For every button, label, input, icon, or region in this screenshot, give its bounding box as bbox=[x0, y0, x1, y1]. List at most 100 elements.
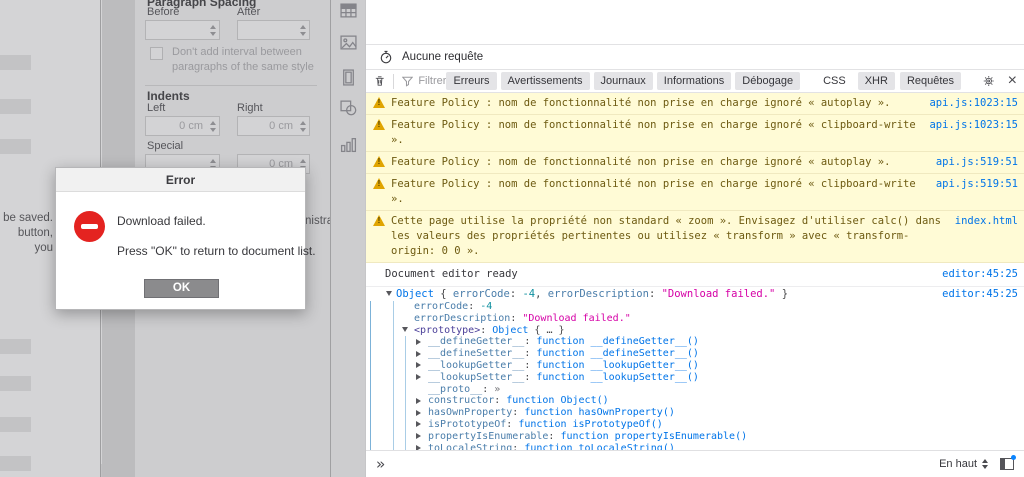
special-label: Special bbox=[147, 140, 183, 152]
twisty-closed-icon[interactable] bbox=[416, 362, 421, 368]
filter-button-erreurs[interactable]: Erreurs bbox=[446, 72, 496, 90]
warning-messages: Feature Policy : nom de fonctionnalité n… bbox=[366, 93, 1024, 263]
indent-guide bbox=[405, 336, 406, 348]
warning-text: Feature Policy : nom de fonctionnalité n… bbox=[391, 118, 929, 148]
source-link[interactable]: editor:45:25 bbox=[942, 288, 1024, 300]
indent-right-label: Right bbox=[237, 102, 263, 114]
indent-left-stepper[interactable]: 0 cm bbox=[145, 116, 220, 136]
filter-button-informations[interactable]: Informations bbox=[657, 72, 732, 90]
console-messages: Feature Policy : nom de fonctionnalité n… bbox=[366, 93, 1024, 477]
twisty-closed-icon[interactable] bbox=[416, 433, 421, 439]
indent-guide bbox=[393, 384, 394, 396]
twisty-open-icon[interactable] bbox=[386, 291, 392, 296]
stepper-arrows-icon[interactable] bbox=[206, 21, 219, 39]
object-tree-row: hasOwnProperty: function hasOwnProperty(… bbox=[366, 407, 1024, 419]
screen: be saved. button, you Paragraph Spacing … bbox=[0, 0, 1024, 477]
shape-settings-icon[interactable] bbox=[340, 99, 357, 116]
stepper-arrows-icon[interactable] bbox=[296, 117, 309, 135]
indent-guide bbox=[393, 301, 394, 313]
gear-icon[interactable] bbox=[983, 74, 994, 88]
indent-guide bbox=[405, 372, 406, 384]
indent-right-stepper[interactable]: 0 cm bbox=[237, 116, 310, 136]
dialog-message-line1: Download failed. bbox=[117, 214, 206, 228]
console-toolbar: Filtrer Erreurs AvertissementsJournauxInf… bbox=[366, 70, 1024, 93]
up-down-arrows-icon bbox=[982, 459, 988, 469]
network-status-text: Aucune requête bbox=[402, 51, 483, 63]
warning-message: Feature Policy : nom de fonctionnalité n… bbox=[366, 174, 1024, 211]
clear-console-icon[interactable] bbox=[374, 74, 385, 88]
spacing-before-stepper[interactable] bbox=[145, 20, 220, 40]
category-filter-buttons: CSS XHR Requêtes bbox=[816, 72, 961, 90]
scroll-position-label: En haut bbox=[939, 458, 977, 470]
no-interval-checkbox[interactable] bbox=[150, 47, 163, 60]
toolbar-separator bbox=[393, 74, 394, 89]
object-tree-row: constructor: function Object() bbox=[366, 395, 1024, 407]
after-label: After bbox=[237, 6, 260, 18]
checkbox-label-line2: paragraphs of the same style bbox=[172, 61, 314, 73]
source-link[interactable]: api.js:519:51 bbox=[936, 155, 1018, 170]
console-input-bar: » En haut bbox=[366, 450, 1024, 477]
close-icon[interactable]: × bbox=[1007, 74, 1018, 88]
twisty-closed-icon[interactable] bbox=[416, 339, 421, 345]
indent-guide bbox=[393, 372, 394, 384]
object-tree-row: <prototype>: Object { … } bbox=[366, 325, 1024, 337]
skeleton-bar bbox=[0, 139, 31, 154]
indent-left-label: Left bbox=[147, 102, 165, 114]
object-tree-row: propertyIsEnumerable: function propertyI… bbox=[366, 431, 1024, 443]
source-link[interactable]: api.js:1023:15 bbox=[929, 96, 1018, 111]
chart-settings-icon[interactable] bbox=[340, 136, 357, 153]
panel-divider bbox=[145, 85, 317, 86]
stepper-arrows-icon[interactable] bbox=[206, 117, 219, 135]
page-settings-icon[interactable] bbox=[340, 69, 357, 86]
level-filter-buttons: Erreurs AvertissementsJournauxInformation… bbox=[446, 72, 800, 90]
object-tree-row: __defineSetter__: function __defineSette… bbox=[366, 348, 1024, 360]
indent-guide bbox=[393, 348, 394, 360]
object-tree-row: __proto__: » bbox=[366, 384, 1024, 396]
object-tree-row: errorDescription: "Download failed." bbox=[366, 313, 1024, 325]
indents-title: Indents bbox=[147, 89, 190, 103]
ok-button[interactable]: OK bbox=[144, 279, 219, 298]
obscured-dialog-text: be saved. button, you bbox=[0, 211, 53, 256]
twisty-closed-icon[interactable] bbox=[416, 421, 421, 427]
dialog-title: Error bbox=[56, 168, 305, 192]
object-tree-row: errorCode: -4 bbox=[366, 301, 1024, 313]
image-settings-icon[interactable] bbox=[340, 34, 357, 51]
devtools-empty-area bbox=[366, 0, 1024, 45]
object-tree-row: __lookupSetter__: function __lookupSette… bbox=[366, 372, 1024, 384]
table-settings-icon[interactable] bbox=[340, 2, 357, 19]
spacing-after-stepper[interactable] bbox=[237, 20, 310, 40]
stopwatch-icon bbox=[379, 50, 393, 64]
twisty-closed-icon[interactable] bbox=[416, 351, 421, 357]
stepper-arrows-icon[interactable] bbox=[296, 21, 309, 39]
object-tree-row: __defineGetter__: function __defineGette… bbox=[366, 336, 1024, 348]
filter-input[interactable]: Filtrer bbox=[402, 75, 446, 87]
object-preview-row: Object { errorCode: -4, errorDescription… bbox=[366, 287, 1024, 301]
skeleton-bar bbox=[0, 376, 31, 391]
filter-button-requêtes[interactable]: Requêtes bbox=[900, 72, 961, 90]
filter-button-avertissements[interactable]: Avertissements bbox=[501, 72, 590, 90]
source-link[interactable]: api.js:1023:15 bbox=[929, 118, 1018, 133]
source-link[interactable]: editor:45:25 bbox=[942, 267, 1018, 282]
filter-button-journaux[interactable]: Journaux bbox=[594, 72, 653, 90]
log-text: Document editor ready bbox=[385, 267, 942, 282]
indent-guide bbox=[393, 325, 394, 337]
twisty-closed-icon[interactable] bbox=[416, 374, 421, 380]
console-prompt[interactable]: » bbox=[376, 455, 385, 473]
twisty-open-icon[interactable] bbox=[402, 327, 408, 332]
warning-message: Cette page utilise la propriété non stan… bbox=[366, 211, 1024, 263]
filter-button-xhr[interactable]: XHR bbox=[858, 72, 895, 90]
twisty-closed-icon[interactable] bbox=[416, 398, 421, 404]
scroll-position-button[interactable]: En haut bbox=[939, 458, 988, 470]
source-link[interactable]: api.js:519:51 bbox=[936, 177, 1018, 192]
before-label: Before bbox=[147, 6, 179, 18]
indent-guide bbox=[405, 419, 406, 431]
split-console-icon[interactable] bbox=[1000, 458, 1014, 470]
source-link[interactable]: index.html bbox=[955, 214, 1018, 229]
indent-guide bbox=[405, 395, 406, 407]
twisty-closed-icon[interactable] bbox=[416, 410, 421, 416]
funnel-icon bbox=[402, 76, 413, 87]
filter-button-débogage[interactable]: Débogage bbox=[735, 72, 800, 90]
filter-button-css[interactable]: CSS bbox=[816, 72, 853, 90]
warning-icon bbox=[373, 178, 385, 189]
error-icon bbox=[74, 211, 105, 242]
